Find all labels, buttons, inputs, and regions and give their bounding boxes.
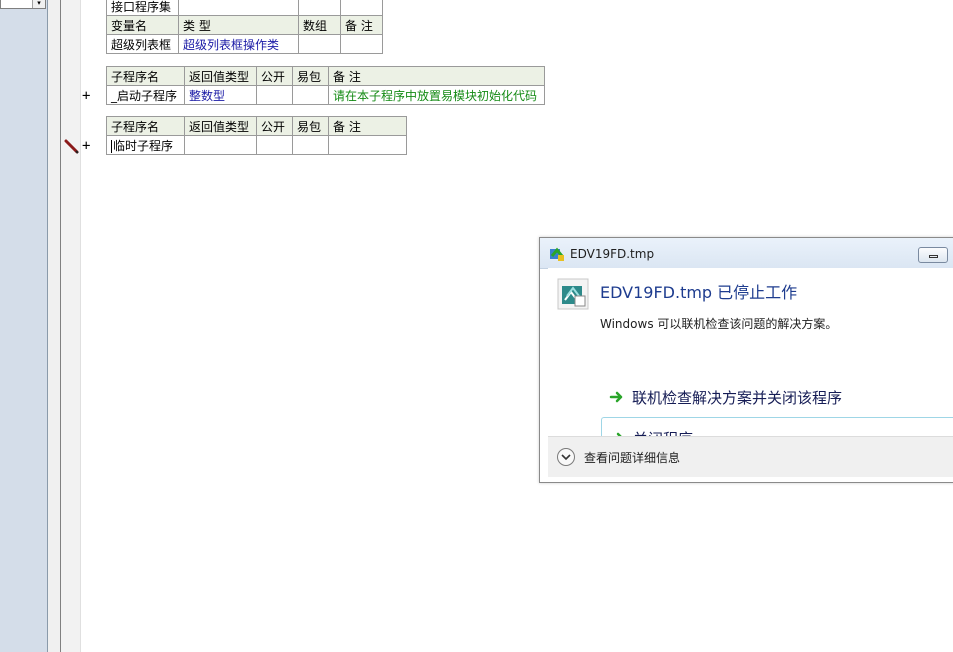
header-cell: 子程序名	[106, 66, 185, 86]
header-cell: 返回值类型	[184, 116, 257, 136]
object-combobox[interactable]: ▾	[0, 0, 46, 9]
header-cell: 备 注	[328, 116, 407, 136]
table-cell[interactable]: 请在本子程序中放置易模块初始化代码	[328, 85, 545, 105]
panel-splitter[interactable]	[48, 0, 61, 652]
table-cell[interactable]	[298, 34, 341, 54]
sub-table-startup: 子程序名 返回值类型 公开 易包 备 注 _启动子程序 整数型 请在本子程序中放…	[106, 66, 545, 105]
header-cell: 类 型	[178, 15, 299, 35]
table-row: 临时子程序	[106, 135, 407, 155]
table-header-row: 子程序名 返回值类型 公开 易包 备 注	[106, 116, 407, 136]
green-arrow-icon	[609, 391, 623, 403]
header-cell: 返回值类型	[184, 66, 257, 86]
crash-dialog: EDV19FD.tmp EDV19FD.tmp 已停止工作 Windows 可以…	[539, 237, 953, 483]
header-cell: 备 注	[340, 15, 383, 35]
header-cell: 易包	[292, 66, 329, 86]
chevron-down-icon[interactable]	[556, 447, 576, 467]
table-cell[interactable]	[292, 135, 329, 155]
table-cell[interactable]	[178, 0, 299, 16]
table-cell[interactable]: 整数型	[184, 85, 257, 105]
expand-icon[interactable]: +	[82, 89, 90, 103]
dialog-body: EDV19FD.tmp 已停止工作 Windows 可以联机检查该问题的解决方案…	[548, 268, 953, 457]
table-row: 超级列表框 超级列表框操作类	[106, 34, 383, 54]
dialog-title: EDV19FD.tmp	[570, 247, 655, 261]
table-cell[interactable]	[292, 85, 329, 105]
table-cell[interactable]	[340, 34, 383, 54]
table-cell[interactable]: 超级列表框	[106, 34, 179, 54]
dialog-content-text: Windows 可以联机检查该问题的解决方案。	[600, 317, 838, 331]
table-cell[interactable]	[298, 0, 341, 16]
left-panel: ▾	[0, 0, 48, 652]
header-cell: 公开	[256, 66, 293, 86]
check-online-button[interactable]: 联机检查解决方案并关闭该程序	[601, 377, 953, 417]
header-cell: 数组	[298, 15, 341, 35]
text-caret	[111, 139, 112, 153]
dialog-footer: 查看问题详细信息	[548, 436, 953, 477]
table-cell[interactable]	[256, 85, 293, 105]
sub-table-temp: 子程序名 返回值类型 公开 易包 备 注 临时子程序	[106, 116, 407, 155]
check-online-label: 联机检查解决方案并关闭该程序	[632, 389, 843, 407]
sub-name-text: 临时子程序	[113, 138, 174, 153]
pencil-icon[interactable]	[64, 139, 80, 155]
header-cell: 易包	[292, 116, 329, 136]
table-cell[interactable]: 超级列表框操作类	[178, 34, 299, 54]
header-cell: 公开	[256, 116, 293, 136]
table-cell[interactable]	[256, 135, 293, 155]
view-details-link[interactable]: 查看问题详细信息	[584, 449, 680, 466]
table-cell[interactable]	[340, 0, 383, 16]
table-row: _启动子程序 整数型 请在本子程序中放置易模块初始化代码	[106, 85, 545, 105]
minimize-button[interactable]	[918, 247, 948, 263]
table-cell[interactable]	[184, 135, 257, 155]
header-cell: 备 注	[328, 66, 545, 86]
main-instruction: EDV19FD.tmp 已停止工作	[600, 283, 798, 302]
expand-icon[interactable]: +	[82, 139, 90, 153]
table-header-row: 子程序名 返回值类型 公开 易包 备 注	[106, 66, 545, 86]
editor-gutter	[61, 0, 81, 652]
table-cell[interactable]: _启动子程序	[106, 85, 185, 105]
table-cell[interactable]	[328, 135, 407, 155]
error-app-icon	[550, 247, 564, 261]
table-cell[interactable]: 接口程序集	[106, 0, 179, 16]
header-cell: 子程序名	[106, 116, 185, 136]
header-cell: 变量名	[106, 15, 179, 35]
dialog-titlebar[interactable]: EDV19FD.tmp	[540, 238, 953, 269]
combo-dropdown-arrow-icon[interactable]: ▾	[32, 0, 45, 8]
table-cell-editing[interactable]: 临时子程序	[106, 135, 185, 155]
variable-table: 接口程序集 变量名 类 型 数组 备 注 超级列表框 超级列表框操作类	[106, 0, 383, 54]
table-header-row: 变量名 类 型 数组 备 注	[106, 15, 383, 35]
stopped-app-icon	[557, 278, 589, 310]
